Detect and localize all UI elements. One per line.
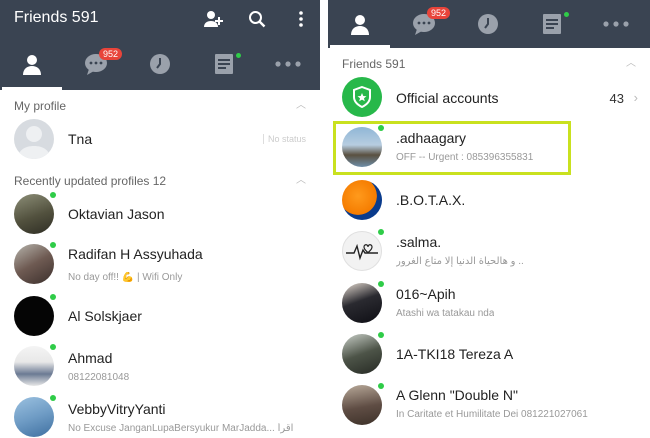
online-dot xyxy=(378,332,384,338)
friend-status: و هالحياة الدنيا إلا متاع الغرور .. xyxy=(396,256,524,267)
list-item[interactable]: Ahmad 08122081048 xyxy=(0,344,320,394)
selection-highlight xyxy=(333,121,571,175)
tab-bar: 952 xyxy=(328,0,650,48)
timeline-new-dot xyxy=(236,53,241,58)
friend-name: Oktavian Jason xyxy=(68,206,165,222)
friend-status: 08122081048 xyxy=(68,372,130,383)
online-dot xyxy=(378,229,384,235)
tab-more[interactable] xyxy=(586,0,646,48)
list-item[interactable]: Oktavian Jason xyxy=(0,190,320,240)
timeline-new-dot xyxy=(564,12,569,17)
official-accounts-row[interactable]: Official accounts 43 › xyxy=(328,73,650,123)
clock-icon xyxy=(150,54,170,74)
person-icon xyxy=(23,55,41,75)
friend-status: No day off!! 💪 | Wifi Only xyxy=(68,272,183,283)
more-vert-icon[interactable] xyxy=(288,6,314,32)
avatar xyxy=(14,296,54,336)
friend-status: In Caritate et Humilitate Dei 0812210270… xyxy=(396,409,588,420)
list-item[interactable]: Radifan H Assyuhada No day off!! 💪 | Wif… xyxy=(0,242,320,292)
tab-chats[interactable]: 952 xyxy=(66,38,126,90)
friends-screen-left: Friends 591 952 My profile ︿ Tna No stat… xyxy=(0,0,320,438)
avatar xyxy=(342,385,382,425)
online-dot xyxy=(50,344,56,350)
status-hint: No status xyxy=(262,134,306,144)
friends-header[interactable]: Friends 591 ︿ xyxy=(328,53,650,75)
list-item[interactable]: Al Solskjaer xyxy=(0,294,320,344)
section-title: Friends 591 xyxy=(342,57,406,71)
avatar xyxy=(342,180,382,220)
section-title: Recently updated profiles 12 xyxy=(14,174,167,188)
active-tab-indicator xyxy=(330,45,390,48)
active-tab-indicator xyxy=(2,87,62,90)
friend-name: .B.O.T.A.X. xyxy=(396,192,466,208)
more-horiz-icon xyxy=(603,21,629,27)
chat-unread-badge: 952 xyxy=(427,7,451,19)
official-accounts-label: Official accounts xyxy=(396,90,499,106)
list-item[interactable]: A Glenn "Double N" In Caritate et Humili… xyxy=(328,383,650,433)
list-item[interactable]: 016~Apih Atashi wa tatakau nda xyxy=(328,281,650,331)
online-dot xyxy=(50,242,56,248)
top-app-bar: Friends 591 xyxy=(0,0,320,38)
timeline-icon xyxy=(215,54,233,74)
tab-friends[interactable] xyxy=(330,0,390,48)
recent-profiles-header[interactable]: Recently updated profiles 12 ︿ xyxy=(0,170,320,192)
friend-name: Radifan H Assyuhada xyxy=(68,246,203,262)
search-icon[interactable] xyxy=(244,6,270,32)
friend-name: Ahmad xyxy=(68,350,113,366)
list-item[interactable]: .salma. و هالحياة الدنيا إلا متاع الغرور… xyxy=(328,229,650,279)
person-icon xyxy=(351,15,369,35)
online-dot xyxy=(378,383,384,389)
shield-icon xyxy=(353,86,371,108)
friend-status: Atashi wa tatakau nda xyxy=(396,308,495,319)
clock-icon xyxy=(478,14,498,34)
friends-screen-right: 952 Friends 591 ︿ Official accounts 43 ›… xyxy=(328,0,650,438)
list-item[interactable]: 1A-TKI18 Tereza A xyxy=(328,332,650,382)
chevron-right-icon: › xyxy=(633,90,638,105)
online-dot xyxy=(378,281,384,287)
avatar xyxy=(342,77,382,117)
avatar xyxy=(14,194,54,234)
friend-name: .salma. xyxy=(396,234,442,250)
friend-name: 016~Apih xyxy=(396,286,456,302)
collapse-chevron-icon: ︿ xyxy=(296,175,306,186)
more-horiz-icon xyxy=(275,61,301,67)
avatar xyxy=(14,397,54,437)
avatar xyxy=(342,231,382,271)
collapse-chevron-icon: ︿ xyxy=(626,58,636,69)
online-dot xyxy=(50,192,56,198)
chat-unread-badge: 952 xyxy=(99,48,123,60)
tab-timeline-clock[interactable] xyxy=(458,0,518,48)
avatar xyxy=(342,283,382,323)
online-dot xyxy=(50,395,56,401)
add-friend-icon[interactable] xyxy=(200,6,226,32)
avatar xyxy=(342,334,382,374)
app-title: Friends 591 xyxy=(14,9,99,26)
list-item[interactable]: .B.O.T.A.X. xyxy=(328,177,650,227)
tab-bar: 952 xyxy=(0,38,320,90)
official-accounts-count: 43 xyxy=(609,91,624,106)
friend-status: No Excuse JanganLupaBersyukur MarJadda..… xyxy=(68,423,294,434)
friend-name: Al Solskjaer xyxy=(68,308,142,324)
friend-name: 1A-TKI18 Tereza A xyxy=(396,346,514,362)
my-profile-row[interactable]: Tna No status xyxy=(0,114,320,164)
tab-friends[interactable] xyxy=(2,38,62,90)
online-dot xyxy=(50,294,56,300)
list-item[interactable]: VebbyVitryYanti No Excuse JanganLupaBers… xyxy=(0,395,320,438)
tab-timeline[interactable] xyxy=(522,0,582,48)
tab-more[interactable] xyxy=(258,38,318,90)
profile-name: Tna xyxy=(68,131,93,147)
tab-timeline-clock[interactable] xyxy=(130,38,190,90)
friend-name: A Glenn "Double N" xyxy=(396,387,519,403)
section-title: My profile xyxy=(14,99,67,113)
tab-timeline[interactable] xyxy=(194,38,254,90)
tab-chats[interactable]: 952 xyxy=(394,0,454,48)
avatar xyxy=(14,119,54,159)
friend-name: VebbyVitryYanti xyxy=(68,401,166,417)
screen-divider xyxy=(320,0,328,438)
avatar xyxy=(14,346,54,386)
timeline-icon xyxy=(543,14,561,34)
avatar xyxy=(14,244,54,284)
